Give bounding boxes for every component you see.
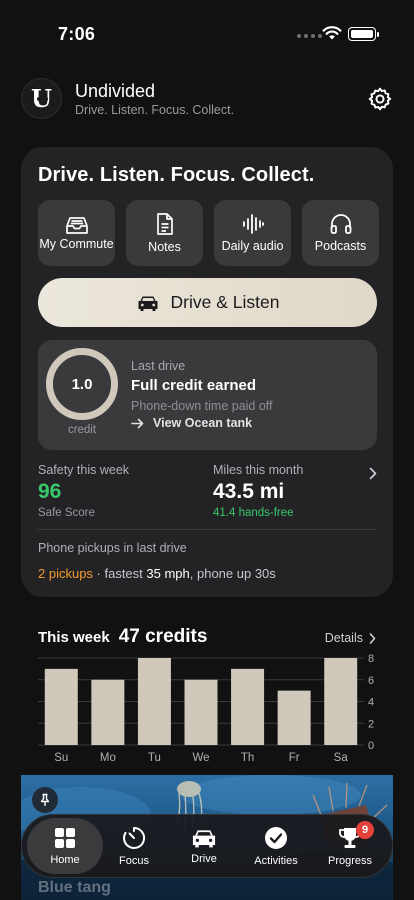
tile-podcasts[interactable]: Podcasts	[302, 200, 379, 266]
x-tick-label: Th	[241, 752, 254, 764]
pickups-label: Phone pickups in last drive	[38, 541, 187, 555]
tab-home[interactable]: Home	[27, 818, 103, 874]
last-drive-kicker: Last drive	[131, 359, 186, 373]
status-bar: 7:06	[0, 0, 414, 60]
battery-icon	[348, 27, 379, 41]
safety-label: Safety this week	[38, 463, 130, 477]
y-tick-label: 0	[368, 740, 374, 752]
tile-label: Podcasts	[314, 238, 367, 253]
x-tick-label: We	[192, 752, 209, 764]
tab-activities[interactable]: Activities	[240, 815, 312, 877]
pickups-speed: 35 mph	[146, 566, 190, 581]
x-tick-label: Tu	[148, 752, 161, 764]
tab-label: Drive	[191, 853, 217, 865]
grid-icon	[55, 828, 75, 848]
credit-ring: 1.0	[46, 348, 118, 420]
week-label: This week	[38, 629, 110, 646]
bar-th[interactable]	[231, 668, 265, 745]
cellular-dots-icon	[297, 34, 322, 38]
timer-icon	[123, 826, 146, 849]
tile-notes[interactable]: Notes	[126, 200, 203, 266]
view-ocean-tank-link[interactable]: View Ocean tank	[131, 416, 252, 430]
y-tick-label: 6	[368, 675, 374, 687]
bar-su[interactable]	[44, 668, 78, 745]
pin-icon	[40, 793, 50, 806]
y-tick-label: 2	[368, 718, 374, 730]
bar-fr[interactable]	[277, 690, 311, 745]
tile-label: My Commute	[39, 236, 114, 251]
arrow-right-icon	[131, 418, 144, 428]
divider	[38, 529, 377, 530]
tab-drive[interactable]: Drive	[168, 815, 240, 877]
tile-daily-audio[interactable]: Daily audio	[214, 200, 291, 266]
card-title: Drive. Listen. Focus. Collect.	[38, 164, 315, 186]
pin-button[interactable]	[32, 787, 58, 813]
x-tick-label: Mo	[100, 752, 116, 764]
tab-label: Focus	[119, 855, 149, 867]
app-header: U Undivided Drive. Listen. Focus. Collec…	[21, 78, 393, 122]
weekly-credits-chart: 0 2 4 6 8 Su Mo Tu We Th Fr Sa	[38, 653, 374, 764]
shortcut-tiles: My Commute Notes Daily audio Podcasts	[38, 200, 379, 266]
details-label: Details	[324, 631, 363, 645]
y-tick-label: 4	[368, 697, 374, 709]
last-drive-panel[interactable]: 1.0 credit Last drive Full credit earned…	[38, 340, 377, 450]
view-ocean-tank-label: View Ocean tank	[153, 416, 253, 430]
chevron-right-icon[interactable]	[369, 467, 377, 480]
drive-button-label: Drive & Listen	[170, 292, 280, 312]
settings-gear-icon[interactable]	[367, 86, 393, 112]
tile-my-commute[interactable]: My Commute	[38, 200, 115, 266]
app-logo: U	[21, 78, 62, 119]
x-tick-label: Su	[54, 752, 68, 764]
bar-we[interactable]	[184, 679, 218, 745]
last-drive-title: Full credit earned	[131, 377, 257, 394]
tab-label: Progress	[327, 855, 373, 867]
bar-tu[interactable]	[137, 658, 171, 745]
bar-mo[interactable]	[91, 679, 125, 745]
pickups-tail: , phone up 30s	[189, 566, 276, 581]
y-tick-label: 8	[368, 653, 374, 665]
pickups-detail: 2 pickups · fastest 35 mph, phone up 30s	[38, 566, 276, 581]
app-tagline: Drive. Listen. Focus. Collect.	[75, 103, 235, 117]
tab-progress[interactable]: Progress 9	[314, 815, 386, 877]
wifi-icon	[322, 26, 342, 40]
tile-label: Notes	[148, 239, 181, 254]
tab-focus[interactable]: Focus	[98, 815, 170, 877]
waveform-icon	[242, 213, 264, 234]
tab-label: Home	[50, 854, 80, 866]
safety-sub: Safe Score	[38, 507, 95, 519]
status-time: 7:06	[58, 24, 96, 44]
safety-stat: Safety this week 96 Safe Score	[38, 463, 129, 519]
miles-label: Miles this month	[213, 463, 304, 477]
week-credits: 47 credits	[118, 626, 208, 647]
details-link[interactable]: Details	[325, 631, 376, 645]
miles-sub: 41.4 hands-free	[213, 507, 294, 519]
safety-score: 96	[38, 480, 62, 503]
x-tick-label: Sa	[334, 752, 349, 764]
drive-and-listen-button[interactable]: Drive & Listen	[38, 278, 377, 327]
miles-stat[interactable]: Miles this month 43.5 mi 41.4 hands-free	[213, 463, 303, 519]
week-header: This week 47 credits	[38, 626, 207, 648]
tab-bar: Home Focus Drive Activities Progress 9	[21, 814, 393, 878]
credit-ring-value: 1.0	[71, 375, 93, 393]
car-icon	[138, 296, 158, 311]
document-icon	[156, 212, 173, 235]
pickups-separator: · fastest	[92, 566, 147, 581]
credit-ring-label: credit	[67, 424, 97, 436]
chevron-right-icon	[369, 632, 376, 644]
tile-label: Daily audio	[221, 238, 284, 253]
home-card: Drive. Listen. Focus. Collect. My Commut…	[21, 147, 393, 597]
miles-value: 43.5 mi	[213, 480, 285, 503]
check-circle-icon	[265, 827, 287, 849]
progress-badge: 9	[356, 821, 374, 839]
app-name: Undivided	[75, 81, 156, 101]
headphones-icon	[330, 213, 351, 234]
car-icon	[192, 830, 216, 848]
x-tick-label: Fr	[289, 752, 300, 764]
pickups-count: 2 pickups	[38, 566, 93, 581]
last-drive-subtitle: Phone-down time paid off	[131, 399, 273, 413]
fish-caption: Blue tang	[38, 879, 111, 896]
tab-label: Activities	[254, 855, 298, 867]
inbox-tray-icon	[65, 216, 88, 234]
bar-sa[interactable]	[324, 658, 358, 745]
